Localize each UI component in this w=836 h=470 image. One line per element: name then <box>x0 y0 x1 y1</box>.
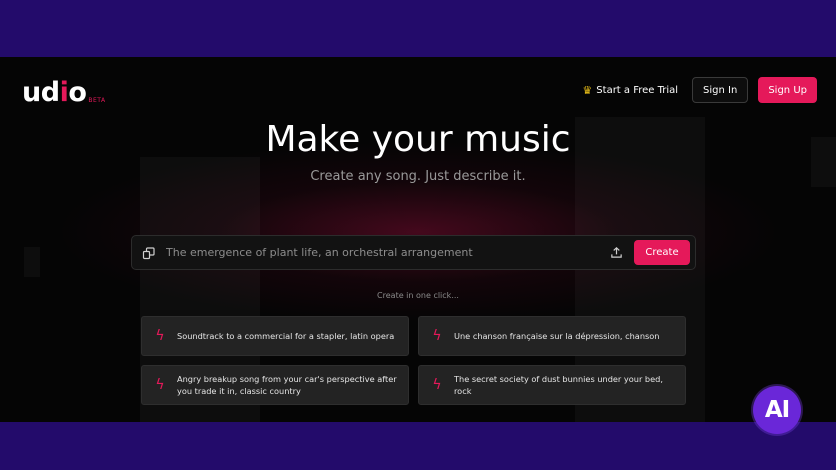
suggestion-text: Soundtrack to a commercial for a stapler… <box>177 330 395 341</box>
logo-heart-i: i <box>59 77 69 108</box>
suggestion-text: Une chanson française sur la dépression,… <box>454 330 660 341</box>
lightning-icon: ϟ <box>432 377 442 393</box>
udio-logo[interactable]: udio BETA <box>22 79 106 106</box>
header-nav: ♛ Start a Free Trial Sign In Sign Up <box>582 77 817 103</box>
free-trial-label: Start a Free Trial <box>596 84 679 96</box>
suggestion-card[interactable]: ϟ Une chanson française sur la dépressio… <box>418 316 686 356</box>
suggestion-text: Angry breakup song from your car's persp… <box>177 373 397 396</box>
one-click-label: Create in one click... <box>377 291 459 300</box>
sign-up-button[interactable]: Sign Up <box>758 77 817 103</box>
bottom-frame-band <box>0 422 836 470</box>
suggestion-card[interactable]: ϟ Angry breakup song from your car's per… <box>141 365 409 405</box>
upload-icon[interactable] <box>602 246 630 259</box>
page-title: Make your music <box>265 119 571 160</box>
lightning-icon: ϟ <box>155 377 165 393</box>
suggestion-card[interactable]: ϟ Soundtrack to a commercial for a stapl… <box>141 316 409 356</box>
suggestion-card[interactable]: ϟ The secret society of dust bunnies und… <box>418 365 686 405</box>
background-column <box>24 247 40 277</box>
prompt-box: Create <box>131 235 696 270</box>
ai-badge-text: AI <box>764 397 790 423</box>
app-window: udio BETA ♛ Start a Free Trial Sign In S… <box>0 57 836 422</box>
lightning-icon: ϟ <box>155 328 165 344</box>
crown-icon: ♛ <box>582 83 593 97</box>
beta-badge: BETA <box>88 97 106 104</box>
page-subtitle: Create any song. Just describe it. <box>310 169 526 184</box>
sign-in-button[interactable]: Sign In <box>692 77 749 103</box>
create-button[interactable]: Create <box>634 240 690 265</box>
lightning-icon: ϟ <box>432 328 442 344</box>
song-description-input[interactable] <box>164 246 602 259</box>
free-trial-link[interactable]: ♛ Start a Free Trial <box>582 84 678 97</box>
logo-wordmark: udio <box>22 77 87 108</box>
top-frame-band <box>0 0 836 57</box>
ai-badge: AI <box>753 386 801 434</box>
shuffle-icon[interactable] <box>134 246 164 260</box>
suggestion-text: The secret society of dust bunnies under… <box>454 373 663 396</box>
